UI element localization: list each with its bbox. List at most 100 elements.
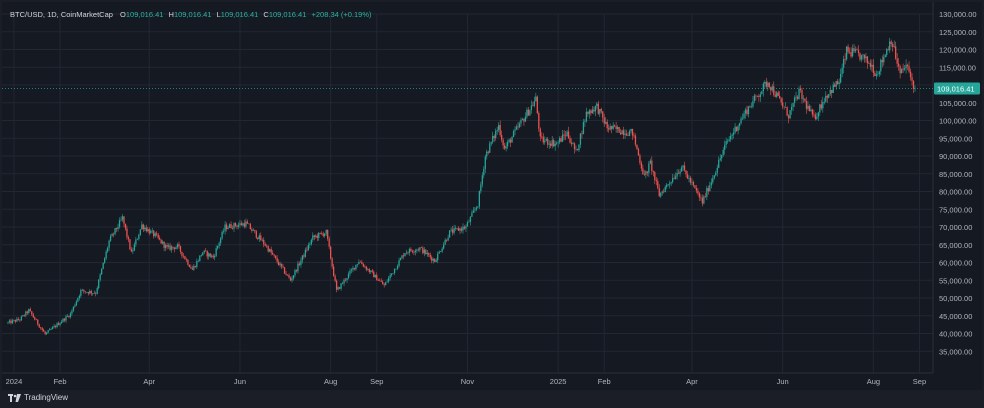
candle-body [387, 278, 390, 282]
candle-body [621, 130, 623, 135]
candle-body [538, 113, 540, 129]
candle-body [44, 331, 46, 335]
candle-body [404, 253, 406, 257]
candle-body [465, 226, 467, 229]
candle-body [25, 311, 27, 316]
candle-body [17, 318, 20, 320]
candlestick-chart[interactable]: 35,000.00 40,000.00 45,000.00 50,000.00 55,0… [2, 2, 982, 390]
candle-body [291, 278, 293, 281]
candle-body [553, 140, 555, 147]
candle-body [395, 268, 397, 270]
candle-body [740, 118, 742, 124]
symbol-title[interactable]: BTC/USD, 1D, CoinMarketCap [10, 10, 113, 19]
candle-body [285, 273, 287, 275]
candle-body [903, 68, 906, 70]
candle-body [292, 275, 295, 279]
candle-body [410, 248, 412, 251]
candle-body [53, 326, 55, 328]
candle-body [554, 143, 556, 147]
candle-body [401, 255, 403, 259]
candle-body [41, 328, 43, 330]
candle-body [172, 246, 174, 248]
candle-body [87, 292, 89, 294]
candle-body [463, 226, 466, 229]
candle-body [196, 260, 198, 267]
y-tick-label: 90,000.00 [939, 152, 972, 161]
candle-body [454, 227, 457, 229]
candle-body [460, 228, 463, 231]
candle-body [564, 135, 567, 137]
candle-body [135, 239, 137, 245]
symbol-legend: BTC/USD, 1D, CoinMarketCap O109,016.41 H… [10, 10, 375, 19]
candle-body [508, 139, 510, 142]
candle-body [245, 221, 247, 227]
candle-body [506, 141, 509, 147]
candle-body [102, 262, 104, 269]
candle-body [557, 142, 559, 143]
candle-body [630, 128, 632, 132]
candle-body [101, 268, 103, 275]
candle-body [31, 311, 33, 315]
candle-body [280, 263, 283, 267]
candle-body [762, 83, 764, 92]
candle-body [493, 135, 495, 139]
candle-body [359, 261, 362, 263]
candle-body [811, 109, 814, 115]
y-tick-label: 105,000.00 [939, 99, 977, 108]
candle-body [749, 106, 751, 108]
candle-body [297, 263, 299, 272]
candle-body [498, 125, 500, 130]
candle-body [14, 319, 17, 322]
brand-name: TradingView [24, 393, 69, 402]
candle-body [847, 46, 849, 52]
candle-body [98, 279, 100, 289]
candle-body [282, 266, 284, 268]
y-tick-label: 35,000.00 [939, 347, 972, 356]
candle-body [608, 128, 610, 130]
y-tick-label: 100,000.00 [939, 117, 977, 126]
tradingview-brand[interactable]: TradingView [8, 393, 68, 402]
candle-body [570, 142, 573, 145]
candle-body [677, 172, 680, 174]
candle-body [548, 143, 550, 145]
candle-body [184, 256, 186, 260]
candle-body [334, 276, 336, 281]
candle-body [579, 133, 582, 145]
candle-body [575, 148, 577, 150]
candle-body [111, 233, 113, 237]
candle-body [63, 318, 66, 321]
candle-body [444, 239, 446, 245]
candle-body [29, 309, 31, 312]
x-tick-label: Aug [867, 377, 880, 386]
candle-body [431, 257, 433, 261]
candle-body [243, 223, 246, 227]
candle-body [660, 192, 662, 197]
candle-body [283, 267, 286, 274]
change-value: +208.34 (+0.19%) [311, 10, 372, 19]
candle-body [561, 134, 564, 142]
candle-body [472, 210, 475, 213]
candle-body [435, 260, 437, 262]
candle-body [645, 171, 647, 175]
candle-body [437, 253, 439, 261]
x-tick-label: Sep [913, 377, 926, 386]
x-tick-label: 2025 [550, 377, 567, 386]
candle-body [502, 139, 504, 146]
candle-body [859, 53, 861, 60]
x-tick-label: Feb [598, 377, 611, 386]
candle-body [735, 126, 738, 131]
candle-body [489, 143, 491, 153]
candle-body [743, 113, 745, 119]
candle-body [529, 109, 531, 116]
candle-body [902, 68, 904, 70]
candle-body [731, 134, 733, 136]
candle-body [126, 228, 128, 238]
candle-body [420, 247, 423, 249]
candle-body [7, 322, 9, 323]
candle-body [673, 178, 675, 179]
candle-body [884, 54, 886, 57]
candle-body [737, 126, 739, 131]
chart-area[interactable]: 35,000.00 40,000.00 45,000.00 50,000.00 55,0… [2, 2, 982, 390]
candle-body [591, 109, 593, 114]
candle-body [22, 315, 24, 317]
